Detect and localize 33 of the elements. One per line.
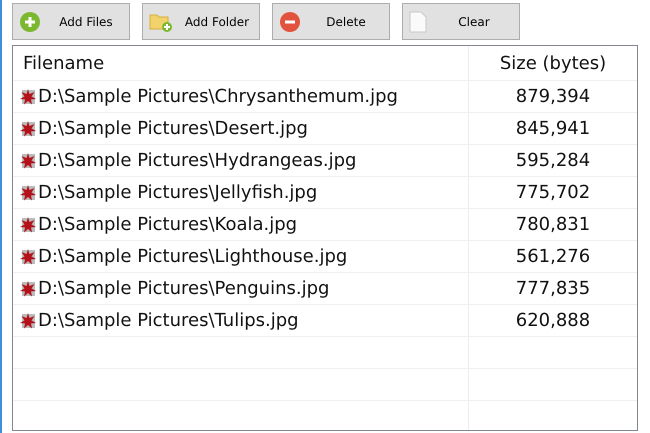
filename-cell: D:\Sample Pictures\Penguins.jpg (38, 278, 330, 299)
image-file-icon (19, 152, 37, 170)
minus-icon (279, 10, 301, 32)
filename-cell: D:\Sample Pictures\Chrysanthemum.jpg (38, 86, 398, 107)
size-cell: 595,284 (516, 150, 590, 171)
column-header[interactable]: Size (bytes) (469, 46, 637, 80)
image-file-icon (19, 248, 37, 266)
size-cell: 775,702 (516, 182, 590, 203)
add-button[interactable]: Add Files (12, 3, 130, 40)
delete-button[interactable]: Delete (272, 3, 390, 40)
filename-cell: D:\Sample Pictures\Lighthouse.jpg (38, 246, 348, 267)
filename-cell: D:\Sample Pictures\Hydrangeas.jpg (38, 150, 356, 171)
filename-cell: D:\Sample Pictures\Jellyfish.jpg (38, 182, 318, 203)
size-cell: 845,941 (516, 118, 590, 139)
filename-cell: D:\Sample Pictures\Tulips.jpg (38, 310, 299, 331)
clear-button[interactable]: Clear (402, 3, 520, 40)
image-file-icon (19, 120, 37, 138)
size-cell: 561,276 (516, 246, 590, 267)
folder-button[interactable]: Add Folder (142, 3, 260, 40)
document-icon (409, 10, 427, 32)
size-cell: 777,835 (516, 278, 590, 299)
size-cell: 620,888 (516, 310, 590, 331)
image-file-icon (19, 88, 37, 106)
filename-cell: D:\Sample Pictures\Desert.jpg (38, 118, 308, 139)
plus-icon (19, 10, 41, 32)
filename-cell: D:\Sample Pictures\Koala.jpg (38, 214, 298, 235)
size-cell: 780,831 (516, 214, 590, 235)
image-file-icon (19, 216, 37, 234)
image-file-icon (19, 312, 37, 330)
image-file-icon (19, 184, 37, 202)
image-file-icon (19, 280, 37, 298)
size-cell: 879,394 (516, 86, 590, 107)
column-header[interactable]: Filename (13, 46, 469, 80)
